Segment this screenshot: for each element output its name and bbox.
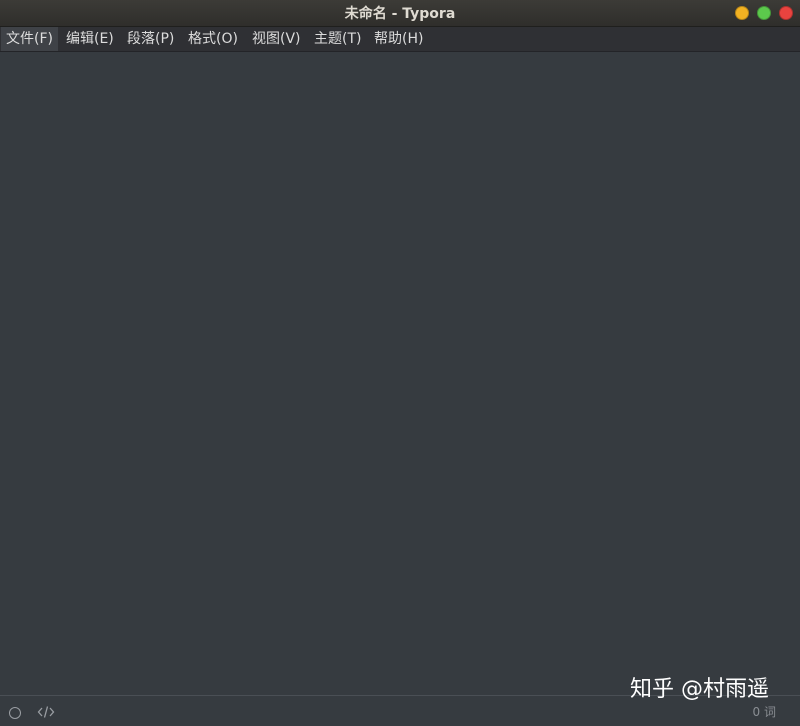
outline-toggle-icon[interactable] bbox=[9, 707, 21, 719]
menu-help[interactable]: 帮助(H) bbox=[369, 27, 428, 51]
menu-bar: 文件(F) 编辑(E) 段落(P) 格式(O) 视图(V) 主题(T) 帮助(H… bbox=[0, 27, 800, 52]
watermark-text: 知乎 @村雨遥 bbox=[630, 677, 769, 702]
maximize-button[interactable] bbox=[757, 6, 771, 20]
menu-paragraph[interactable]: 段落(P) bbox=[122, 27, 179, 51]
minimize-button[interactable] bbox=[735, 6, 749, 20]
typora-window: 未命名 - Typora 文件(F) 编辑(E) 段落(P) 格式(O) 视图(… bbox=[0, 0, 800, 726]
close-button[interactable] bbox=[779, 6, 793, 20]
menu-theme[interactable]: 主题(T) bbox=[309, 27, 366, 51]
source-code-toggle-icon[interactable] bbox=[37, 704, 55, 720]
title-bar[interactable]: 未命名 - Typora bbox=[0, 0, 800, 27]
editor-area[interactable] bbox=[0, 52, 800, 695]
menu-edit[interactable]: 编辑(E) bbox=[61, 27, 119, 51]
menu-format[interactable]: 格式(O) bbox=[183, 27, 243, 51]
window-title: 未命名 - Typora bbox=[344, 6, 456, 22]
menu-file[interactable]: 文件(F) bbox=[1, 27, 58, 51]
word-count[interactable]: 0 词 bbox=[753, 705, 776, 719]
menu-view[interactable]: 视图(V) bbox=[247, 27, 306, 51]
